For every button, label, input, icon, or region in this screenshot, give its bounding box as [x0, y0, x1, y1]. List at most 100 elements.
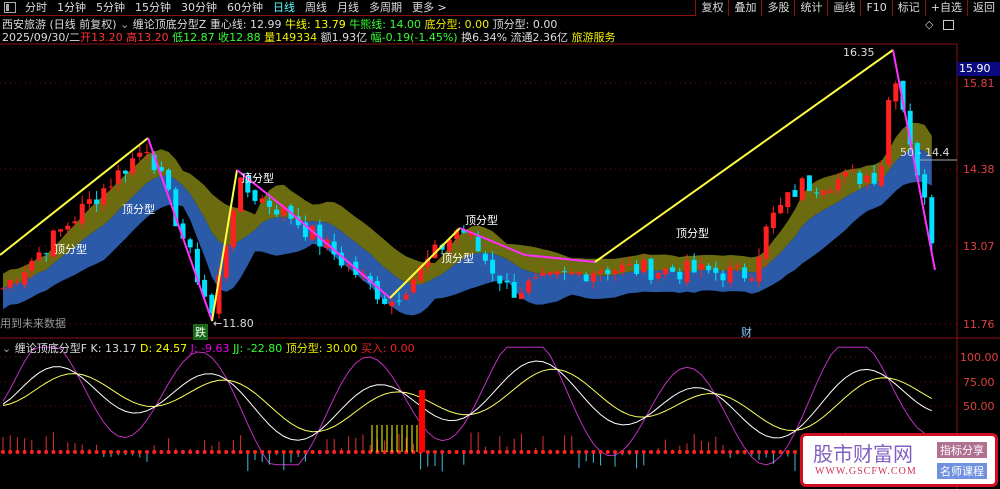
candle	[7, 279, 13, 288]
kline-chart[interactable]	[0, 0, 1000, 489]
jj-value: JJ: -22.80	[233, 342, 283, 355]
indicator-dropdown-icon[interactable]: ⌄	[120, 18, 129, 31]
period-tab[interactable]: 分时	[20, 0, 52, 16]
candle	[115, 170, 121, 184]
candle	[648, 258, 654, 280]
cai-badge: 财	[741, 326, 752, 339]
fuquan-button[interactable]: 复权	[695, 0, 728, 16]
quote-turnover: 换6.34%	[461, 31, 508, 44]
indicator-header: ⌄ 缠论顶底分型F K: 13.17 D: 24.57 J: -9.63 JJ:…	[2, 342, 415, 355]
diamond-icon[interactable]: ◇	[925, 18, 933, 31]
candle	[569, 272, 575, 275]
period-tab[interactable]: 多周期	[364, 0, 407, 16]
indicator-dropdown-icon[interactable]: ⌄	[2, 342, 11, 355]
candle	[857, 172, 863, 184]
signal-dot	[598, 450, 603, 454]
candle	[490, 259, 496, 274]
signal-dot	[29, 450, 34, 454]
d-value: D: 24.57	[139, 342, 188, 355]
f10-button[interactable]: F10	[860, 0, 891, 16]
mark-button[interactable]: 标记	[891, 0, 925, 16]
signal-dot	[245, 450, 250, 454]
signal-dot	[73, 450, 77, 454]
layout-toggle-icon[interactable]	[943, 20, 954, 30]
signal-dot	[541, 450, 545, 454]
period-tab[interactable]: 月线	[332, 0, 364, 16]
multi-stock-button[interactable]: 多股	[761, 0, 794, 16]
signal-dot	[145, 450, 149, 454]
future-data-warning: 用到未来数据	[0, 317, 66, 330]
signal-dot	[793, 450, 797, 454]
back-button[interactable]: 返回	[967, 0, 1000, 16]
current-price-tag: 15.90	[957, 62, 1000, 76]
candle	[526, 280, 532, 293]
j-value: J: -9.63	[190, 342, 230, 355]
top-fractal-label: 顶分型	[241, 172, 274, 185]
signal-dot	[641, 450, 646, 454]
signal-dot	[433, 450, 437, 454]
period-tab[interactable]: 30分钟	[176, 0, 222, 16]
panel-toggle-icon[interactable]	[4, 2, 16, 13]
period-toolbar: 分时 1分钟 5分钟 15分钟 30分钟 60分钟 日线 周线 月线 多周期 更…	[0, 0, 1000, 16]
signal-dot	[735, 450, 740, 454]
period-tab[interactable]: 周线	[300, 0, 332, 16]
candle	[698, 264, 704, 270]
signal-dot	[670, 450, 675, 454]
signal-dot	[627, 450, 632, 454]
quote-low: 低12.87	[172, 31, 215, 44]
signal-dot	[224, 450, 229, 454]
candle	[734, 264, 740, 267]
overlay-button[interactable]: 叠加	[728, 0, 761, 16]
candle	[590, 273, 596, 282]
period-tab[interactable]: 5分钟	[91, 0, 130, 16]
zigzag-up-line	[594, 49, 894, 263]
candle	[122, 170, 128, 174]
signal-dot	[332, 450, 337, 454]
candle	[58, 229, 64, 232]
quote-float: 流通2.36亿	[510, 31, 569, 44]
signal-dot	[505, 450, 509, 454]
more-menu[interactable]: 更多 >	[407, 0, 452, 16]
period-tab[interactable]: 60分钟	[222, 0, 268, 16]
signal-dot	[512, 450, 517, 454]
sub-indicator-name: 缠论顶底分型F	[14, 342, 88, 355]
ad-banner[interactable]: 股市财富网 WWW.GSCFW.COM 指标分享 名师课程	[800, 433, 998, 487]
ad-tag: 指标分享	[937, 442, 987, 458]
candle	[94, 199, 100, 205]
top-fractal-label: 顶分型	[441, 252, 474, 265]
signal-dot	[303, 450, 308, 454]
candle	[547, 271, 553, 275]
candle	[828, 190, 834, 193]
signal-dot	[519, 450, 524, 454]
signal-dot	[440, 450, 445, 454]
candle	[749, 278, 755, 281]
period-tab-daily[interactable]: 日线	[268, 0, 300, 16]
candle	[756, 256, 762, 282]
candle	[806, 175, 812, 191]
signal-dot	[339, 450, 344, 454]
candle	[619, 264, 625, 272]
stats-button[interactable]: 统计	[794, 0, 827, 16]
candle	[677, 271, 683, 280]
signal-dot	[764, 450, 769, 454]
candle	[410, 279, 416, 293]
signal-dot	[469, 450, 473, 454]
add-watchlist-button[interactable]: +自选	[924, 0, 967, 16]
candle	[252, 190, 258, 201]
period-tab[interactable]: 1分钟	[52, 0, 91, 16]
ad-url: WWW.GSCFW.COM	[815, 466, 917, 477]
signal-dot	[548, 450, 553, 454]
center-line-value: 重心线: 12.99	[209, 18, 282, 31]
candle	[540, 273, 546, 277]
draw-button[interactable]: 画线	[827, 0, 860, 16]
candle	[382, 298, 388, 304]
signal-dot	[58, 450, 63, 454]
period-tab[interactable]: 15分钟	[130, 0, 176, 16]
candle	[922, 174, 928, 198]
quote-open: 开13.20	[80, 31, 123, 44]
signal-dot	[22, 450, 27, 454]
candle	[835, 179, 841, 191]
stock-name: 西安旅游 (日线 前复权)	[2, 18, 117, 31]
candle	[108, 186, 114, 188]
signal-dot	[713, 450, 718, 454]
